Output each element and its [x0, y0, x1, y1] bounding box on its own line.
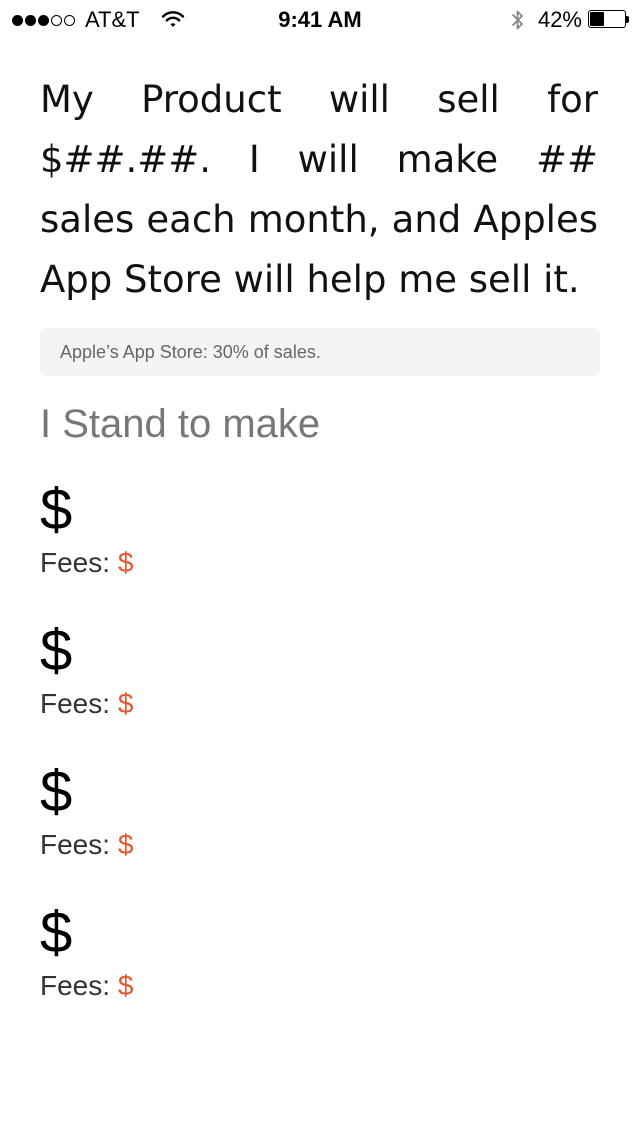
earning-amount: $ [40, 900, 73, 965]
fees-value: $ [117, 970, 134, 1001]
status-right: 42% [510, 6, 630, 34]
product-summary-text: My Product will sell for $##.##. I will … [40, 78, 598, 301]
earning-amount: $ [40, 618, 73, 683]
bluetooth-icon [512, 10, 523, 30]
fees-line: Fees: $ [40, 687, 440, 721]
earning-block: $ Fees: $ [40, 619, 440, 721]
earning-block: $ Fees: $ [40, 478, 440, 580]
earning-amount: $ [40, 477, 73, 542]
fees-line: Fees: $ [40, 828, 440, 862]
stand-to-make-heading: I Stand to make [40, 402, 321, 446]
fees-line: Fees: $ [40, 969, 440, 1003]
fees-value: $ [117, 829, 134, 860]
earning-block: $ Fees: $ [40, 760, 440, 862]
battery-icon [588, 10, 630, 30]
fees-label: Fees: [40, 829, 118, 860]
battery-percent: 42% [537, 7, 582, 32]
earning-amount: $ [40, 759, 73, 824]
earning-block: $ Fees: $ [40, 901, 440, 1003]
app-store-fee-note: Apple’s App Store: 30% of sales. [40, 328, 600, 376]
fees-value: $ [117, 547, 134, 578]
fees-value: $ [117, 688, 134, 719]
fees-label: Fees: [40, 688, 118, 719]
fees-label: Fees: [40, 970, 118, 1001]
fees-label: Fees: [40, 547, 118, 578]
battery-fill [590, 12, 604, 26]
battery-tip [626, 16, 629, 23]
fees-line: Fees: $ [40, 546, 440, 580]
status-bar: AT&T 9:41 AM 42% [0, 0, 640, 40]
